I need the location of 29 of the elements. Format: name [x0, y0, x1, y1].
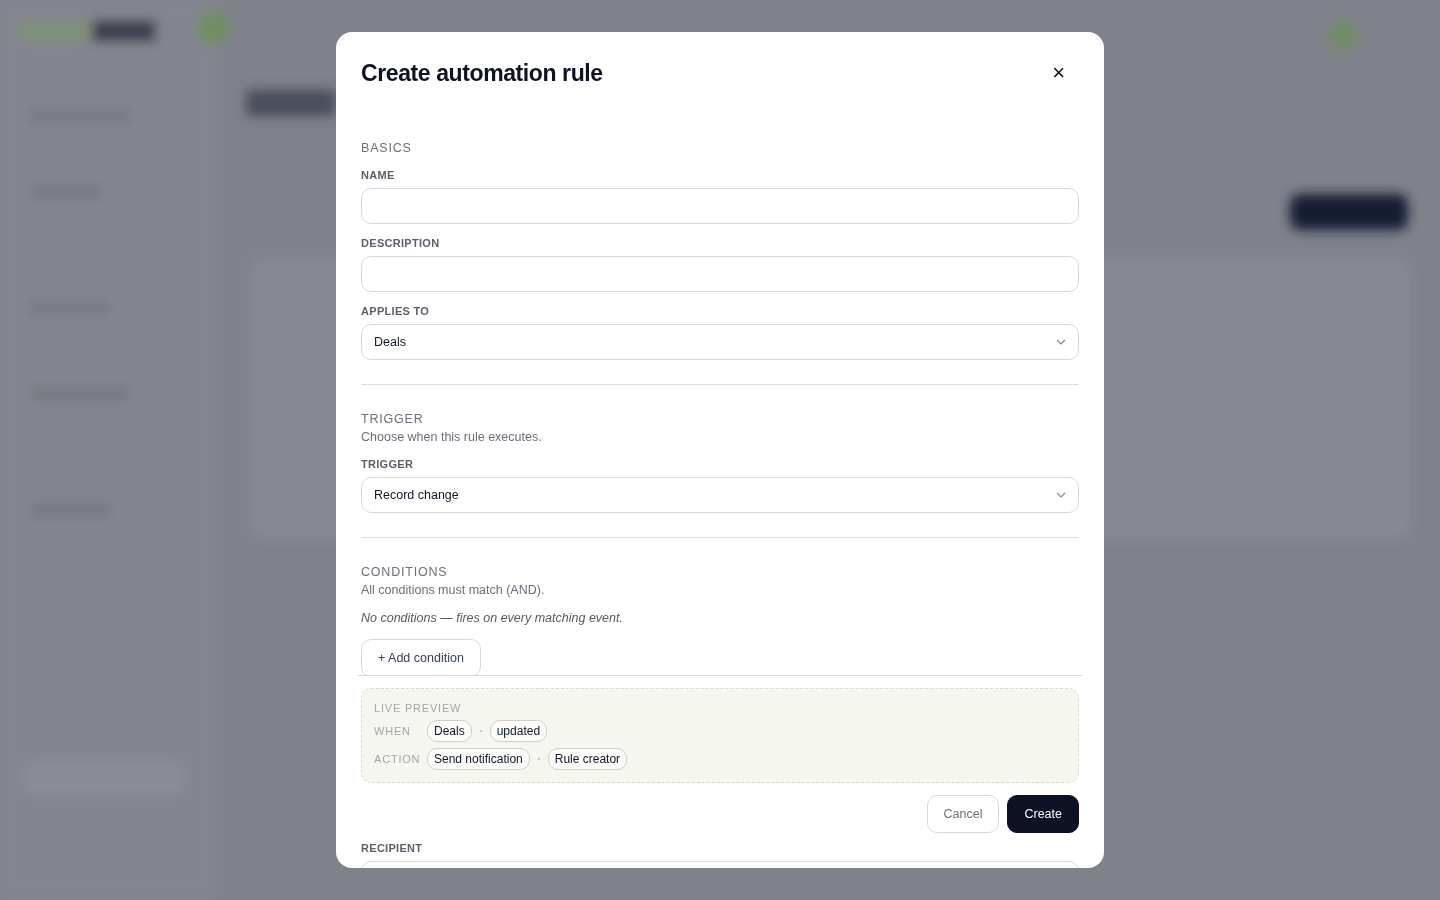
select-field[interactable]: Deals [361, 324, 1079, 360]
preview-label: WHEN [374, 725, 412, 737]
text-field[interactable] [361, 256, 1079, 292]
section-description: Choose when this rule executes. [361, 429, 543, 445]
chevron-down-icon [1056, 492, 1066, 498]
section-description: All conditions must match (AND). [361, 582, 546, 598]
preview-chip: updated [489, 720, 548, 742]
chevron-down-icon [1056, 339, 1066, 345]
preview-heading: LIVE PREVIEW [374, 701, 463, 715]
section-heading: BASICS [361, 140, 413, 156]
preview-chip: Deals [427, 720, 472, 742]
text-field[interactable] [361, 188, 1079, 224]
preview-label: ACTION [374, 753, 419, 765]
section-heading: TRIGGER [361, 411, 425, 427]
cancel-button[interactable]: Cancel [926, 795, 1000, 833]
add-condition-button[interactable]: + Add condition [361, 639, 481, 675]
preview-chip: Rule creator [547, 748, 628, 770]
field-label: DESCRIPTION [361, 236, 441, 250]
field-label: NAME [361, 168, 396, 182]
dialog-title: Create automation rule [361, 59, 603, 87]
empty-note: No conditions — fires on every matching event. [361, 610, 624, 626]
section-heading: CONDITIONS [361, 564, 449, 580]
select-field[interactable]: Record change [361, 477, 1079, 513]
preview-chip: Send notification [427, 748, 530, 770]
field-label: RECIPIENT [361, 841, 424, 855]
close-button[interactable]: × [1048, 60, 1069, 86]
create-button[interactable]: Create [1007, 795, 1079, 833]
field-label: APPLIES TO [361, 304, 431, 318]
field-label: TRIGGER [361, 457, 415, 471]
